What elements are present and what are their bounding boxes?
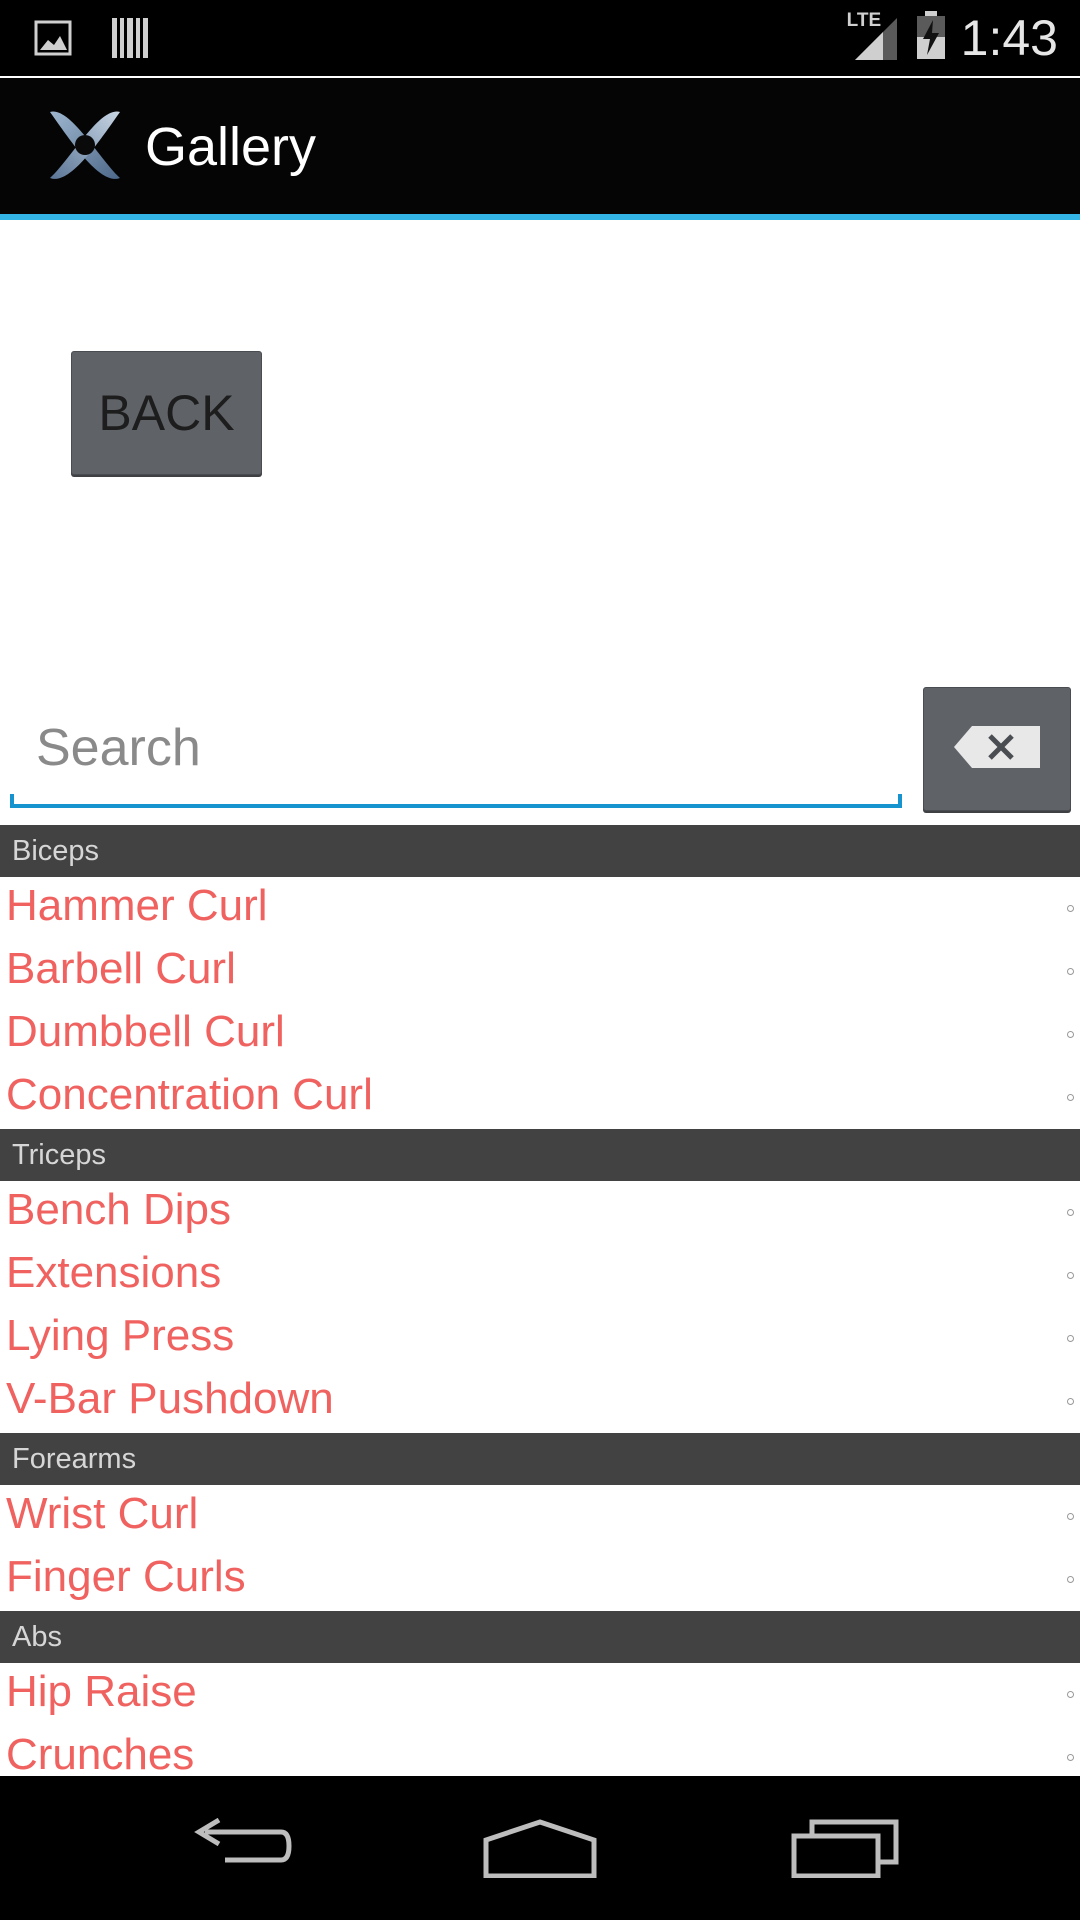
recents-nav-icon[interactable] (775, 1798, 915, 1898)
section-header: Triceps (0, 1129, 1080, 1181)
battery-charging-icon (915, 10, 947, 66)
list-item[interactable]: Hip Raise (0, 1663, 1080, 1726)
list-item-label: Bench Dips (6, 1185, 232, 1234)
list-item-label: Hammer Curl (6, 881, 268, 930)
navigation-bar (0, 1776, 1080, 1920)
gallery-notification-icon (34, 18, 74, 63)
list-item[interactable]: Wrist Curl (0, 1485, 1080, 1548)
list-item[interactable]: Lying Press (0, 1307, 1080, 1370)
clock: 1:43 (960, 10, 1058, 66)
list-item-label: Dumbbell Curl (6, 1007, 285, 1056)
section-header: Forearms (0, 1433, 1080, 1485)
list-item-indicator-icon (1067, 1209, 1074, 1216)
list-item-indicator-icon (1067, 905, 1074, 912)
list-item-indicator-icon (1067, 1272, 1074, 1279)
list-item[interactable]: Crunches (0, 1726, 1080, 1775)
list-item-label: Extensions (6, 1248, 222, 1297)
clear-search-button[interactable] (923, 687, 1071, 811)
page-title: Gallery (145, 117, 317, 177)
home-nav-icon[interactable] (470, 1798, 610, 1898)
barcode-notification-icon (110, 16, 150, 65)
list-item-indicator-icon (1067, 1031, 1074, 1038)
list-item-indicator-icon (1067, 1398, 1074, 1405)
section-header: Biceps (0, 825, 1080, 877)
search-input[interactable] (10, 690, 902, 805)
list-item-indicator-icon (1067, 968, 1074, 975)
list-item-label: Concentration Curl (6, 1070, 373, 1119)
back-button[interactable]: BACK (71, 351, 262, 475)
list-item-indicator-icon (1067, 1335, 1074, 1342)
list-item-indicator-icon (1067, 1754, 1074, 1761)
list-item[interactable]: Bench Dips (0, 1181, 1080, 1244)
list-item-label: Hip Raise (6, 1667, 197, 1716)
search-underline (10, 794, 902, 808)
list-item-label: V-Bar Pushdown (6, 1374, 334, 1423)
lte-signal-icon: LTE (847, 10, 901, 62)
list-item[interactable]: Finger Curls (0, 1548, 1080, 1611)
list-item-label: Finger Curls (6, 1552, 246, 1601)
search-field[interactable] (10, 690, 902, 812)
list-item[interactable]: Concentration Curl (0, 1066, 1080, 1129)
section-header: Abs (0, 1611, 1080, 1663)
action-bar: Gallery (0, 78, 1080, 220)
list-item-label: Lying Press (6, 1311, 235, 1360)
list-item-indicator-icon (1067, 1691, 1074, 1698)
list-item[interactable]: Barbell Curl (0, 940, 1080, 1003)
list-item[interactable]: Extensions (0, 1244, 1080, 1307)
list-item-label: Wrist Curl (6, 1489, 199, 1538)
list-item[interactable]: Hammer Curl (0, 877, 1080, 940)
list-item-label: Barbell Curl (6, 944, 236, 993)
list-item-label: Crunches (6, 1730, 195, 1775)
list-item-indicator-icon (1067, 1094, 1074, 1101)
list-item-indicator-icon (1067, 1576, 1074, 1583)
back-nav-icon[interactable] (170, 1798, 310, 1898)
list-item-indicator-icon (1067, 1513, 1074, 1520)
xamarin-logo-icon[interactable] (40, 100, 130, 190)
backspace-clear-icon (952, 724, 1042, 775)
list-item[interactable]: Dumbbell Curl (0, 1003, 1080, 1066)
list-item[interactable]: V-Bar Pushdown (0, 1370, 1080, 1433)
status-bar: LTE 1:43 (0, 0, 1080, 76)
exercise-list[interactable]: Biceps Hammer Curl Barbell Curl Dumbbell Cu… (0, 825, 1080, 1775)
